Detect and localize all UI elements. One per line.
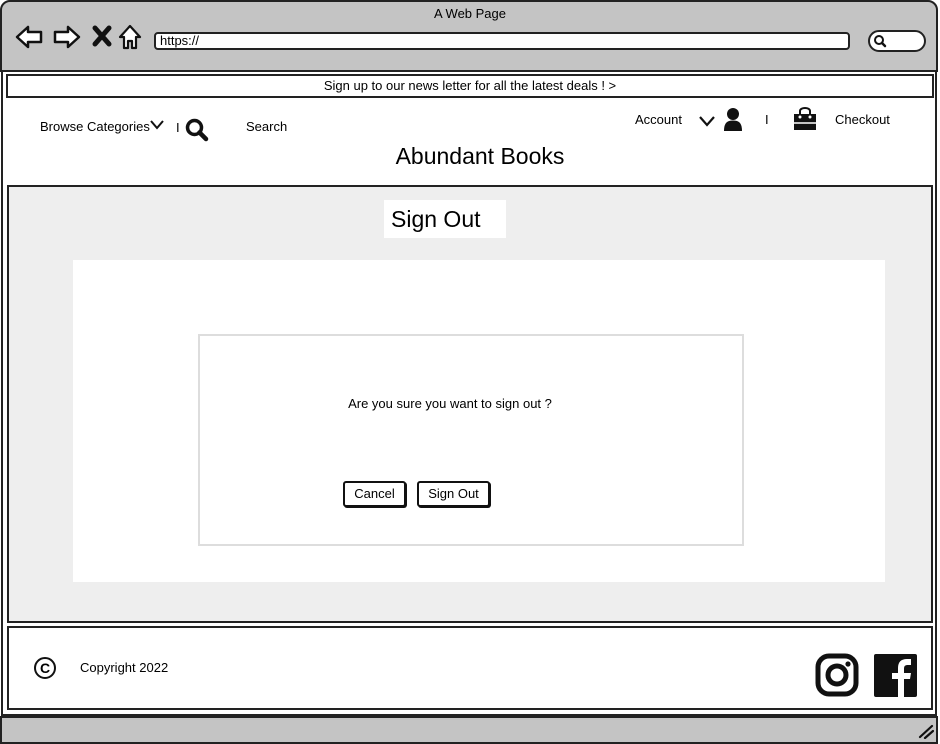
cancel-button[interactable]: Cancel (343, 481, 406, 507)
dialog-message: Are you sure you want to sign out ? (348, 396, 552, 411)
resize-grip-icon[interactable] (916, 723, 934, 739)
sign-out-button[interactable]: Sign Out (417, 481, 490, 507)
page-title: Sign Out (384, 200, 506, 238)
facebook-icon[interactable] (874, 654, 917, 697)
back-arrow-icon[interactable] (14, 22, 44, 52)
search-icon (874, 35, 887, 48)
copyright-icon: C (34, 657, 56, 679)
checkout-link[interactable]: Checkout (835, 112, 890, 127)
shopping-bag-icon[interactable] (792, 105, 818, 133)
chevron-down-icon[interactable] (149, 119, 165, 131)
header-separator: I (765, 112, 769, 127)
status-bar (0, 716, 938, 744)
chevron-down-icon[interactable] (698, 114, 716, 128)
browse-categories-menu[interactable]: Browse Categories (40, 119, 150, 134)
forward-arrow-icon[interactable] (52, 22, 82, 52)
copyright-text: Copyright 2022 (80, 660, 169, 675)
user-icon[interactable] (722, 107, 744, 133)
brand-name[interactable]: Abundant Books (0, 143, 940, 170)
sign-out-dialog (198, 334, 744, 546)
browser-search-field[interactable] (868, 30, 926, 52)
instagram-icon[interactable] (815, 653, 859, 697)
close-icon[interactable] (88, 22, 118, 52)
window-title: A Web Page (433, 6, 507, 21)
header-separator: I (176, 120, 180, 135)
account-link[interactable]: Account (635, 112, 682, 127)
search-link[interactable]: Search (246, 119, 287, 134)
url-input[interactable]: https:// (154, 32, 850, 50)
search-icon[interactable] (184, 117, 210, 143)
home-icon[interactable] (116, 22, 146, 52)
newsletter-banner[interactable]: Sign up to our news letter for all the l… (6, 74, 934, 98)
